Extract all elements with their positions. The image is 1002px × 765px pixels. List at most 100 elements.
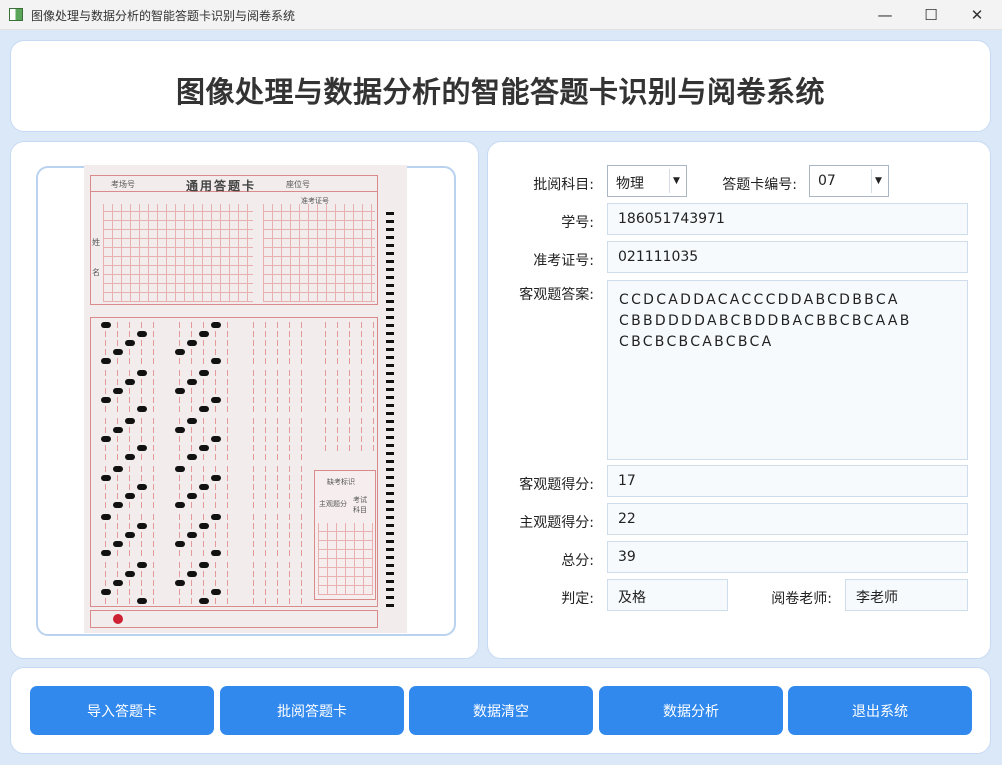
bubble-row <box>245 484 311 490</box>
bubble-row <box>171 418 237 424</box>
subjective-score-box: 缺考标识 主观题分 考试科目 <box>314 470 376 600</box>
objective-answer-line: CBCBCBCABCBCA <box>619 334 774 350</box>
exit-system-button[interactable]: 退出系统 <box>788 686 972 735</box>
bubble-row <box>171 322 237 328</box>
bubble-row <box>245 454 311 460</box>
filled-bubble <box>187 340 197 346</box>
bubble-row <box>245 406 311 412</box>
filled-bubble <box>187 493 197 499</box>
bubble-row <box>245 580 311 586</box>
bubble-row <box>171 550 237 556</box>
subject-select-value: 物理 <box>616 176 644 192</box>
subject-select[interactable]: 物理 ▼ <box>607 165 687 197</box>
objective-score-field[interactable]: 17 <box>607 465 968 497</box>
filled-bubble <box>101 436 111 442</box>
student-id-field[interactable]: 186051743971 <box>607 203 968 235</box>
bubble-row <box>97 388 163 394</box>
bubble-row <box>317 445 383 451</box>
card-number-select[interactable]: 07 ▼ <box>809 165 889 197</box>
filled-bubble <box>125 493 135 499</box>
filled-bubble <box>125 340 135 346</box>
card-number-select-value: 07 <box>818 173 836 189</box>
filled-bubble <box>211 397 221 403</box>
bubble-row <box>171 454 237 460</box>
bubble-row <box>245 436 311 442</box>
bubble-row <box>317 436 383 442</box>
subjective-score-label: 主观题分 <box>319 500 347 508</box>
import-sheet-button[interactable]: 导入答题卡 <box>30 686 214 735</box>
ticket-number-label: 准考证号: <box>533 253 594 269</box>
subjective-score-field[interactable]: 22 <box>607 503 968 535</box>
filled-bubble <box>137 562 147 568</box>
grading-form-panel: 批阅科目: 物理 ▼ 答题卡编号: 07 ▼ 学号: 186051743971 … <box>487 141 991 659</box>
clear-data-button[interactable]: 数据清空 <box>409 686 593 735</box>
grade-sheet-button[interactable]: 批阅答题卡 <box>220 686 404 735</box>
bubble-row <box>245 427 311 433</box>
filled-bubble <box>187 418 197 424</box>
bubble-row <box>97 406 163 412</box>
ticket-number-field[interactable]: 021111035 <box>607 241 968 273</box>
filled-bubble <box>175 427 185 433</box>
filled-bubble <box>113 580 123 586</box>
seat-label: 座位号 <box>286 180 310 189</box>
filled-bubble <box>101 322 111 328</box>
filled-bubble <box>101 358 111 364</box>
judgement-field[interactable]: 及格 <box>607 579 728 611</box>
timing-marks <box>386 207 394 607</box>
bubble-row <box>317 388 383 394</box>
filled-bubble <box>187 571 197 577</box>
bubble-row <box>97 427 163 433</box>
filled-bubble <box>101 550 111 556</box>
filled-bubble <box>187 454 197 460</box>
image-panel: 考场号 通用答题卡 座位号 准考证号 姓名 缺考标识 主观题分 考试科目 <box>10 141 479 659</box>
name-label: 姓名 <box>92 238 100 277</box>
answer-sheet-image: 考场号 通用答题卡 座位号 准考证号 姓名 缺考标识 主观题分 考试科目 <box>84 165 407 633</box>
data-analysis-button[interactable]: 数据分析 <box>599 686 783 735</box>
bubble-row <box>171 493 237 499</box>
close-button[interactable]: ✕ <box>954 0 1000 30</box>
filled-bubble <box>101 514 111 520</box>
bubble-row <box>245 388 311 394</box>
bubble-row <box>317 331 383 337</box>
student-id-label: 学号: <box>561 215 594 231</box>
bubble-row <box>171 397 237 403</box>
bubble-row <box>171 532 237 538</box>
maximize-button[interactable]: ☐ <box>908 0 954 30</box>
filled-bubble <box>199 484 209 490</box>
sheet-logo-icon <box>113 614 123 624</box>
total-score-field[interactable]: 39 <box>607 541 968 573</box>
sheet-info-section: 考场号 通用答题卡 座位号 准考证号 姓名 <box>90 175 378 305</box>
page-title: 图像处理与数据分析的智能答题卡识别与阅卷系统 <box>175 75 825 109</box>
bubble-row <box>245 571 311 577</box>
filled-bubble <box>101 397 111 403</box>
chevron-down-icon: ▼ <box>871 169 885 193</box>
bubble-row <box>245 331 311 337</box>
minimize-button[interactable]: — <box>862 0 908 30</box>
objective-answer-line: CCDCADDACACCCDDABCDBBCA <box>619 292 900 308</box>
chevron-down-icon: ▼ <box>669 169 683 193</box>
bubble-row <box>171 571 237 577</box>
bubble-row <box>97 523 163 529</box>
bubble-row <box>245 514 311 520</box>
bubble-row <box>317 406 383 412</box>
filled-bubble <box>113 466 123 472</box>
teacher-field[interactable]: 李老师 <box>845 579 968 611</box>
bubble-row <box>245 379 311 385</box>
bubble-row <box>97 466 163 472</box>
bubble-row <box>245 397 311 403</box>
filled-bubble <box>137 406 147 412</box>
objective-answer-label: 客观题答案: <box>519 287 594 303</box>
bubble-row <box>245 349 311 355</box>
header-panel: 图像处理与数据分析的智能答题卡识别与阅卷系统 <box>10 40 991 132</box>
sheet-title: 通用答题卡 <box>186 179 257 193</box>
objective-answer-textarea[interactable]: CCDCADDACACCCDDABCDBBCA CBBDDDDABCBDDBAC… <box>607 280 968 460</box>
bubble-row <box>97 562 163 568</box>
bubble-row <box>245 418 311 424</box>
bubble-row <box>317 322 383 328</box>
objective-answer-line: CBBDDDDABCBDDBACBBCBCAAB <box>619 313 912 329</box>
maximize-icon: ☐ <box>924 6 938 24</box>
filled-bubble <box>175 388 185 394</box>
bubble-row <box>171 379 237 385</box>
ticket-grid <box>263 204 375 302</box>
filled-bubble <box>137 598 147 604</box>
